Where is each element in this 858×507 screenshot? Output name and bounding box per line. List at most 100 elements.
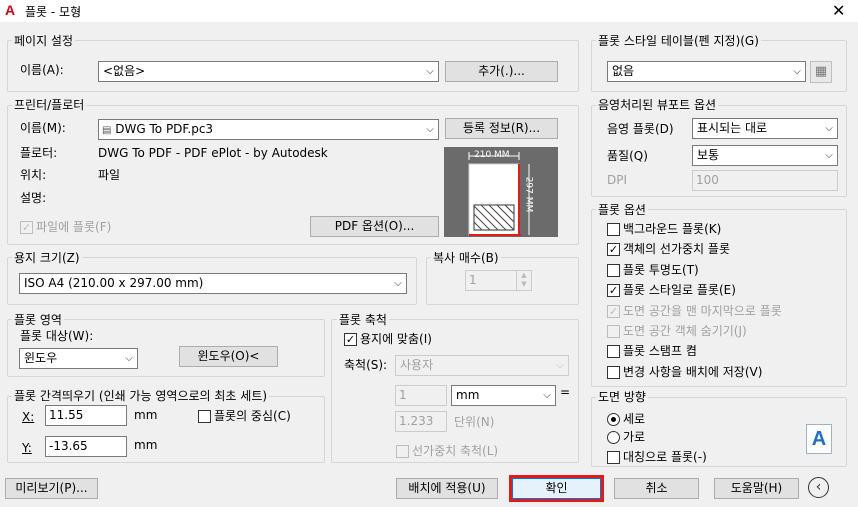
plot-option-checkbox[interactable]: ✓ (607, 243, 620, 256)
printer-properties-button[interactable]: 등록 정보(R)... (445, 118, 558, 139)
portrait-label: 세로 (623, 412, 646, 426)
collapse-options-icon[interactable]: ‹ (808, 477, 829, 498)
chevron-down-icon: ⌵ (426, 124, 434, 135)
center-plot-checkbox[interactable] (198, 410, 211, 423)
printer-icon: ▤ (102, 125, 112, 136)
scale-value1-input[interactable]: 1 (395, 385, 447, 406)
page-setup-name-select[interactable]: <없음> ⌵ (98, 61, 439, 82)
upside-down-label: 대칭으로 플롯(-) (623, 450, 707, 464)
offset-y-unit: mm (134, 438, 158, 452)
scale-unit-select[interactable]: mm ⌵ (451, 385, 556, 406)
orientation-preview-icon: A (806, 424, 832, 454)
copies-input[interactable]: 1 (465, 270, 517, 291)
title-bar (0, 0, 858, 22)
landscape-radio[interactable] (607, 431, 620, 444)
plot-option-label: 플롯 스탬프 켬 (623, 344, 697, 358)
shade-plot-select[interactable]: 표시되는 대로 ⌵ (692, 118, 838, 139)
close-icon[interactable]: ✕ (832, 1, 845, 20)
fit-to-paper-label: 용지에 맞춤(I) (360, 332, 432, 346)
ok-button[interactable]: 확인 (509, 475, 604, 502)
plot-area-title: 플롯 영역 (12, 313, 64, 327)
add-page-setup-button[interactable]: 추가(.)... (445, 61, 558, 82)
chevron-down-icon: ⌵ (793, 66, 801, 77)
quality-select[interactable]: 보통 ⌵ (692, 145, 838, 166)
page-setup-name-value: <없음> (103, 64, 146, 78)
edit-table-icon[interactable]: ▦ (810, 61, 832, 83)
copies-title: 복사 매수(B) (431, 251, 501, 265)
pdf-options-button[interactable]: PDF 옵션(O)... (310, 216, 439, 237)
location-label: 위치: (20, 168, 47, 182)
fit-to-paper-checkbox[interactable]: ✓ (344, 333, 357, 346)
scale-lineweights-label: 선가중치 축척(L) (412, 444, 499, 458)
scale-select[interactable]: 사용자 ⌵ (395, 355, 569, 376)
plot-scale-title: 플롯 축척 (337, 313, 389, 327)
spin-down-icon: ▼ (521, 280, 527, 288)
plot-option-checkbox[interactable]: ✓ (607, 284, 620, 297)
chevron-down-icon: ⌵ (394, 278, 402, 289)
printer-name-select[interactable]: ▤ DWG To PDF.pc3 ⌵ (98, 119, 439, 140)
scale-value2-input[interactable]: 1.233 (395, 411, 447, 432)
plot-option-checkbox[interactable] (607, 366, 620, 379)
cancel-button[interactable]: 취소 (614, 478, 699, 499)
shaded-viewport-title: 음영처리된 뷰포트 옵션 (596, 98, 719, 112)
orientation-title: 도면 방향 (596, 390, 648, 404)
plot-option-label: 플롯 스타일로 플롯(E) (623, 283, 736, 297)
center-plot-label: 플롯의 중심(C) (214, 409, 291, 423)
scale-equals: = (560, 385, 571, 399)
plotter-label: 플로터: (20, 146, 58, 160)
plot-options-title: 플롯 옵션 (596, 203, 648, 217)
dpi-label: DPI (607, 173, 628, 187)
location-value: 파일 (98, 168, 121, 182)
chevron-down-icon: ⌵ (825, 150, 833, 161)
scale-lineweights-checkbox[interactable] (396, 445, 409, 458)
scale-value: 사용자 (400, 358, 434, 372)
printer-name-label: 이름(M): (20, 121, 66, 135)
help-button[interactable]: 도움말(H) (714, 478, 799, 499)
offset-y-label: Y: (22, 441, 32, 455)
page-setup-title: 페이지 설정 (12, 34, 76, 48)
chevron-down-icon: ⌵ (125, 353, 133, 364)
quality-label: 품질(Q) (607, 149, 648, 163)
plot-option-label: 백그라운드 플롯(K) (623, 222, 722, 236)
offset-y-input[interactable]: -13.65 (45, 436, 127, 457)
scale-units-label: 단위(N) (454, 415, 495, 429)
description-label: 설명: (20, 191, 47, 205)
plot-option-label: 도면 공간을 맨 마지막으로 플롯 (623, 304, 782, 318)
landscape-label: 가로 (623, 430, 646, 444)
style-table-select[interactable]: 없음 ⌵ (607, 61, 806, 82)
paper-size-title: 용지 크기(Z) (12, 251, 82, 265)
preview-button[interactable]: 미리보기(P)... (5, 478, 98, 499)
chevron-down-icon: ⌵ (556, 360, 564, 371)
upside-down-checkbox[interactable] (607, 451, 620, 464)
paper-size-value: ISO A4 (210.00 x 297.00 mm) (24, 276, 204, 290)
plot-option-label: 도면 공간 객체 숨기기(J) (623, 324, 747, 338)
plotter-value: DWG To PDF - PDF ePlot - by Autodesk (98, 146, 328, 160)
copies-spinner[interactable]: ▲ ▼ (516, 270, 532, 291)
chevron-down-icon: ⌵ (825, 123, 833, 134)
shade-plot-label: 음영 플롯(D) (607, 122, 674, 136)
plot-what-select[interactable]: 윈도우 ⌵ (19, 348, 138, 369)
offset-x-label: X: (22, 410, 35, 424)
offset-x-input[interactable]: 11.55 (45, 405, 127, 426)
preview-width-label: 210 MM (474, 150, 510, 160)
window-pick-button[interactable]: 윈도우(O)< (179, 346, 278, 367)
dpi-input[interactable]: 100 (692, 170, 838, 191)
plot-option-checkbox[interactable] (607, 264, 620, 277)
plot-option-checkbox[interactable] (607, 345, 620, 358)
portrait-radio[interactable] (607, 413, 620, 426)
plot-option-label: 변경 사항을 배치에 저장(V) (623, 365, 763, 379)
scale-label: 축척(S): (344, 358, 388, 372)
shade-plot-value: 표시되는 대로 (697, 121, 768, 135)
plot-offset-title: 플롯 간격띄우기 (인쇄 가능 영역으로의 최초 세트) (12, 389, 270, 403)
offset-x-unit: mm (134, 408, 158, 422)
apply-to-layout-button[interactable]: 배치에 적용(U) (396, 478, 498, 499)
plot-to-file-checkbox[interactable]: ✓ (20, 221, 33, 234)
plot-option-checkbox[interactable]: ✓ (607, 305, 620, 318)
plot-what-label: 플롯 대상(W): (20, 329, 94, 343)
preview-height-label: 297 MM (523, 176, 534, 213)
plot-option-checkbox[interactable] (607, 325, 620, 338)
plot-option-checkbox[interactable] (607, 223, 620, 236)
paper-preview: 210 MM 297 MM (444, 147, 558, 237)
plot-option-label: 플롯 투명도(T) (623, 263, 699, 277)
paper-size-select[interactable]: ISO A4 (210.00 x 297.00 mm) ⌵ (19, 273, 407, 294)
